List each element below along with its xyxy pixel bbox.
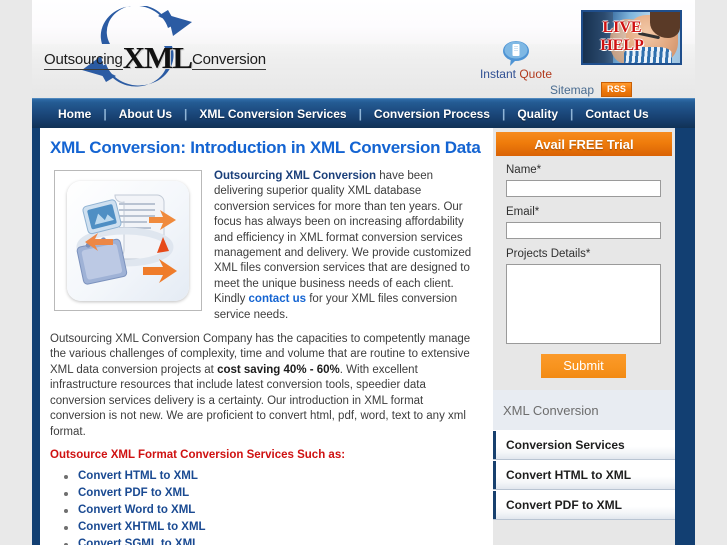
instant-quote-label-a: Instant: [479, 67, 520, 81]
sidebar-divider: [493, 378, 675, 390]
live-help-banner[interactable]: LIVE HELP: [581, 10, 682, 65]
page-root: OutsourcingXMLConversion Instant Quote L…: [0, 0, 727, 545]
page-body: XML Conversion: Introduction in XML Conv…: [32, 128, 695, 545]
list-item[interactable]: Convert Word to XML: [64, 504, 479, 516]
sitemap-link[interactable]: Sitemap: [550, 83, 594, 97]
list-item[interactable]: Convert HTML to XML: [64, 470, 479, 482]
nav-item-contact-us[interactable]: Contact Us: [573, 107, 660, 121]
sitemap-rss-row: Sitemap RSS: [550, 82, 633, 97]
list-item[interactable]: Convert XHTML to XML: [64, 521, 479, 533]
email-input[interactable]: [506, 222, 661, 239]
page-title: XML Conversion: Introduction in XML Conv…: [50, 138, 481, 157]
project-details-field-label: Projects Details*: [506, 248, 591, 260]
intro-paragraph-1-body: have been delivering superior quality XM…: [214, 170, 472, 306]
main-navigation: Home | About Us | XML Conversion Service…: [32, 98, 695, 128]
content-right-border: [675, 128, 695, 545]
nav-item-about-us[interactable]: About Us: [107, 107, 184, 121]
logo-word-conversion: Conversion: [192, 51, 266, 70]
logo-word-xml: XML: [122, 40, 193, 75]
speech-bubble-document-icon: [503, 41, 529, 66]
site-logo[interactable]: OutsourcingXMLConversion: [40, 6, 300, 90]
nav-item-conversion-process[interactable]: Conversion Process: [362, 107, 502, 121]
sidebar-link-label: Convert PDF to XML: [506, 498, 622, 512]
instant-quote-label: Instant Quote: [466, 67, 566, 81]
instant-quote-button[interactable]: Instant Quote: [466, 40, 566, 81]
services-subheading: Outsource XML Format Conversion Services…: [50, 448, 346, 461]
service-label: Convert Word to XML: [78, 503, 196, 516]
sidebar-section-title: XML Conversion: [493, 390, 675, 430]
services-list: Convert HTML to XML Convert PDF to XML C…: [64, 470, 479, 545]
logo-word-outsourcing: Outsourcing: [44, 51, 123, 70]
page-left-margin: [0, 0, 32, 545]
list-item[interactable]: Convert PDF to XML: [64, 487, 479, 499]
free-trial-form: Name* Email* Projects Details* Submit: [493, 156, 675, 378]
nav-item-quality[interactable]: Quality: [505, 107, 570, 121]
name-field-label: Name*: [506, 164, 542, 176]
email-field-label: Email*: [506, 206, 540, 218]
nav-item-home[interactable]: Home: [46, 107, 103, 121]
right-sidebar: Avail FREE Trial Name* Email* Projects D…: [493, 128, 675, 545]
live-help-text: LIVE HELP: [591, 19, 653, 55]
sidebar-item-convert-html-to-xml[interactable]: Convert HTML to XML: [493, 460, 675, 490]
live-help-line1: LIVE: [602, 19, 642, 36]
main-content: XML Conversion: Introduction in XML Conv…: [40, 128, 493, 545]
sidebar-link-label: Conversion Services: [506, 438, 625, 452]
submit-button[interactable]: Submit: [541, 354, 626, 378]
page-right-margin: [695, 0, 727, 545]
logo-wordmark: OutsourcingXMLConversion: [44, 40, 266, 76]
sidebar-link-label: Convert HTML to XML: [506, 468, 632, 482]
intro-illustration: [54, 170, 202, 311]
xml-conversion-illustration-icon: [76, 194, 177, 285]
intro-paragraph-2: Outsourcing XML Conversion Company has t…: [50, 332, 479, 440]
intro-paragraph-1-lead: Outsourcing XML Conversion: [214, 170, 377, 182]
service-label: Convert PDF to XML: [78, 486, 190, 499]
cost-saving-highlight: cost saving 40% - 60%: [217, 363, 340, 376]
service-label: Convert XHTML to XML: [78, 520, 206, 533]
instant-quote-label-b: Quote: [519, 67, 553, 81]
site-header: OutsourcingXMLConversion Instant Quote L…: [32, 0, 695, 98]
live-help-line2: HELP: [600, 37, 644, 54]
contact-us-link[interactable]: contact us: [249, 293, 307, 305]
sidebar-links: Conversion Services Convert HTML to XML …: [493, 430, 675, 520]
site-frame: OutsourcingXMLConversion Instant Quote L…: [32, 0, 695, 545]
list-item[interactable]: Convert SGML to XML: [64, 538, 479, 545]
content-left-border: [32, 128, 40, 545]
sidebar-item-convert-pdf-to-xml[interactable]: Convert PDF to XML: [493, 490, 675, 520]
sidebar-item-conversion-services[interactable]: Conversion Services: [493, 430, 675, 460]
service-label: Convert HTML to XML: [78, 469, 198, 482]
service-label: Convert SGML to XML: [78, 537, 200, 545]
free-trial-heading: Avail FREE Trial: [496, 132, 672, 156]
nav-item-xml-conversion-services[interactable]: XML Conversion Services: [187, 107, 358, 121]
project-details-textarea[interactable]: [506, 264, 661, 344]
name-input[interactable]: [506, 180, 661, 197]
rss-badge[interactable]: RSS: [601, 82, 633, 97]
